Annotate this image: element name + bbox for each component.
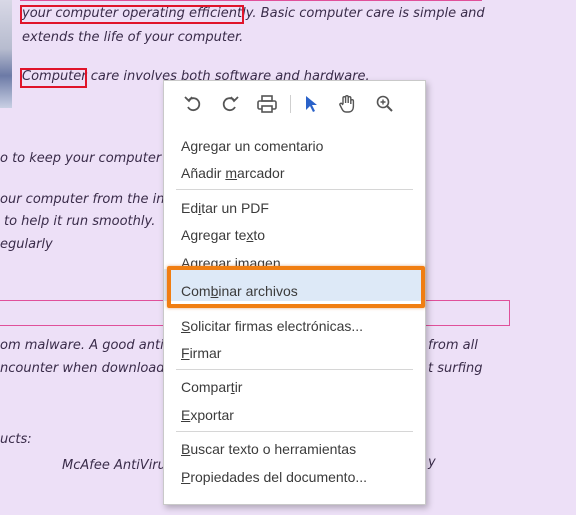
document-line: ncounter when downloadin <box>0 361 177 376</box>
document-line: McAfee AntiViru <box>62 458 166 473</box>
document-line: t surfing <box>428 361 483 376</box>
toolbar-divider <box>290 95 291 113</box>
document-rule-top <box>20 0 482 1</box>
document-box-right <box>509 300 510 326</box>
orange-highlight-frame <box>167 266 425 308</box>
hand-tool-icon[interactable] <box>336 93 358 115</box>
red-highlight-box <box>20 68 87 88</box>
document-line: ucts: <box>0 432 32 447</box>
menu-item-export[interactable]: Exportar <box>181 406 234 424</box>
menu-item-add-text[interactable]: Agregar texto <box>181 226 265 244</box>
document-line: from all <box>428 338 478 353</box>
document-line: our computer from the ins <box>0 192 172 207</box>
zoom-in-icon[interactable] <box>374 93 396 115</box>
print-icon[interactable] <box>256 93 278 115</box>
context-toolbar <box>164 81 425 126</box>
select-arrow-icon[interactable] <box>300 93 322 115</box>
undo-icon[interactable] <box>182 93 204 115</box>
document-line: om malware. A good anti <box>0 338 164 353</box>
document-line: extends the life of your computer. <box>22 30 244 45</box>
document-line: o to keep your computer r <box>0 151 171 166</box>
menu-item-sign[interactable]: Firmar <box>181 344 221 362</box>
document-line: to help it run smoothly. <box>4 214 156 229</box>
menu-separator <box>176 369 413 370</box>
redo-icon[interactable] <box>219 93 241 115</box>
document-line: egularly <box>0 237 53 252</box>
menu-item-search-tools[interactable]: Buscar texto o herramientas <box>181 440 356 458</box>
red-highlight-box <box>20 5 244 24</box>
menu-item-add-comment[interactable]: Agregar un comentario <box>181 137 323 155</box>
menu-item-request-signatures[interactable]: Solicitar firmas electrónicas... <box>181 317 363 335</box>
document-line: y <box>428 455 436 470</box>
document-image-fragment <box>0 0 12 108</box>
menu-item-add-bookmark[interactable]: Añadir marcador <box>181 164 285 182</box>
menu-separator <box>176 431 413 432</box>
menu-item-document-properties[interactable]: Propiedades del documento... <box>181 468 367 486</box>
menu-item-share[interactable]: Compartir <box>181 378 242 396</box>
menu-separator <box>176 189 413 190</box>
menu-item-edit-pdf[interactable]: Editar un PDF <box>181 199 269 217</box>
